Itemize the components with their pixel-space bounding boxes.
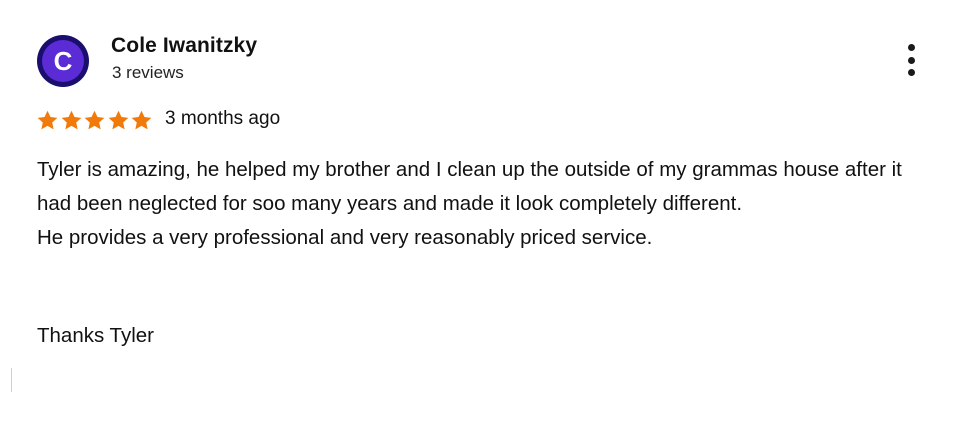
star-icon xyxy=(130,109,153,132)
more-vert-icon xyxy=(907,56,915,64)
review-date: 3 months ago xyxy=(165,108,281,129)
star-icon xyxy=(36,109,59,132)
avatar[interactable]: C xyxy=(37,35,89,87)
star-icon xyxy=(60,109,83,132)
review-paragraph: Tyler is amazing, he helped my brother a… xyxy=(37,158,902,215)
reviewer-name[interactable]: Cole Iwanitzky xyxy=(111,34,257,58)
more-vert-icon xyxy=(907,44,915,51)
star-rating xyxy=(36,108,154,132)
review-count: 3 reviews xyxy=(112,63,184,82)
review-paragraph: He provides a very professional and very… xyxy=(37,226,653,249)
review-text: Tyler is amazing, he helped my brother a… xyxy=(37,153,927,255)
review-signoff: Thanks Tyler xyxy=(37,324,154,347)
star-icon xyxy=(107,109,130,132)
review-card: C Cole Iwanitzky 3 reviews 3 months ago … xyxy=(0,0,958,446)
divider xyxy=(11,368,12,392)
more-vert-icon xyxy=(907,69,915,76)
more-options-button[interactable] xyxy=(897,42,925,78)
avatar-initial: C xyxy=(42,40,84,82)
star-icon xyxy=(83,109,106,132)
